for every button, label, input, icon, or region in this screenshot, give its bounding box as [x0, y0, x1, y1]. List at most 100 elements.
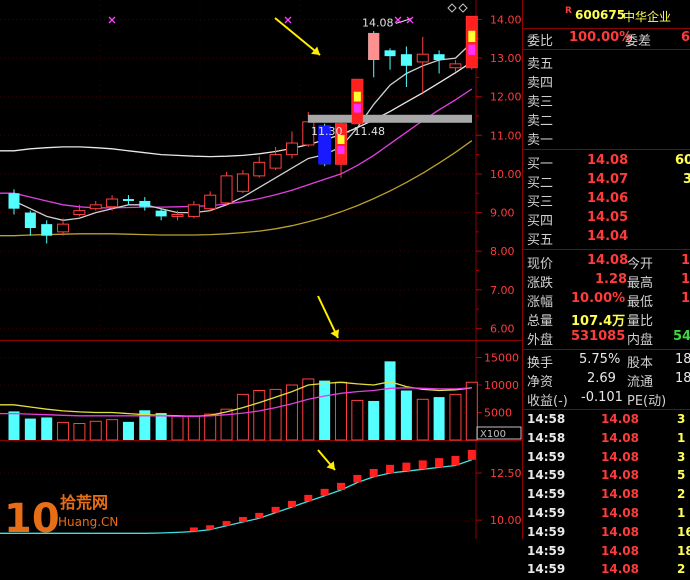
volume-bar[interactable]	[171, 415, 184, 441]
buy-row: 买一 14.08 60	[523, 152, 690, 172]
volume-bar[interactable]	[41, 417, 53, 440]
candle-body[interactable]	[433, 54, 445, 60]
candle-body[interactable]	[187, 204, 200, 217]
candle-body[interactable]	[220, 175, 233, 204]
volume-bar[interactable]	[187, 415, 200, 441]
tick-volume: 3	[677, 412, 686, 426]
diamond-icon[interactable]	[458, 3, 468, 13]
tick-row: 14:59 14.08 2	[523, 486, 690, 505]
tick-price: 14.08	[601, 562, 639, 577]
volume-axis-label: 10000	[484, 379, 519, 392]
candle-body[interactable]	[204, 194, 217, 210]
candle-body[interactable]	[139, 200, 151, 207]
tick-volume: 18	[677, 543, 690, 558]
kline-chart-area[interactable]: 14.00 13.00 12.00 11.00 10.00 9.00 8.00 7.00 6.0…	[0, 0, 522, 539]
volume-bar[interactable]	[155, 413, 167, 440]
volume-bar[interactable]	[57, 421, 70, 441]
kline-svg[interactable]: 14.00 13.00 12.00 11.00 10.00 9.00 8.00 7.00 6.0…	[0, 0, 522, 539]
stats-row: 现价 14.08 今开 1	[523, 252, 690, 272]
volume-bar[interactable]	[449, 393, 462, 441]
buy-label: 买二	[527, 176, 554, 191]
indicator-bar	[189, 527, 198, 532]
volume-bar[interactable]	[73, 423, 86, 441]
quote-header: R 600675 中华企业	[523, 0, 690, 29]
candle-body[interactable]	[400, 54, 412, 66]
volume-bar[interactable]	[351, 399, 364, 441]
indicator-bar	[451, 455, 460, 466]
candle-body[interactable]	[384, 50, 396, 57]
fund-label: 换手	[527, 356, 554, 371]
buy-price: 14.05	[587, 210, 629, 225]
indicator-bar	[353, 474, 362, 483]
indicator-bar	[337, 482, 345, 490]
candle-body[interactable]	[449, 63, 462, 69]
volume-bar[interactable]	[24, 418, 36, 440]
annotation-arrow	[274, 17, 321, 56]
sell-row: 卖二	[523, 109, 690, 129]
candle-body[interactable]	[57, 223, 70, 233]
candle-body[interactable]	[171, 213, 184, 217]
volume-bar[interactable]	[253, 390, 266, 441]
volume-bar[interactable]	[122, 421, 134, 440]
diamond-icon[interactable]	[447, 3, 457, 13]
tick-time: 14:59	[527, 487, 566, 502]
volume-bar[interactable]	[106, 419, 119, 441]
volume-bar[interactable]	[302, 378, 315, 441]
sell-row: 卖五	[523, 52, 690, 72]
volume-bar[interactable]	[465, 381, 478, 441]
tick-time: 14:59	[527, 543, 566, 558]
ma-line-white	[0, 61, 473, 158]
tick-price: 14.08	[601, 412, 639, 426]
volume-bar[interactable]	[400, 390, 412, 441]
buy-label: 买一	[527, 157, 554, 172]
stat-value: 531085	[571, 329, 626, 344]
candle-body[interactable]	[155, 210, 167, 217]
candle-body[interactable]	[24, 212, 36, 228]
fund-value: 5.75%	[579, 352, 621, 367]
price-axis-label: 11.00	[490, 129, 522, 142]
candle-body[interactable]	[122, 199, 134, 201]
volume-bar[interactable]	[8, 411, 20, 440]
candle-body[interactable]	[89, 204, 102, 210]
annotation-arrow	[317, 295, 340, 339]
tick-price: 14.08	[601, 505, 639, 520]
candle-body[interactable]	[416, 53, 429, 63]
stat-label: 外盘	[527, 333, 554, 348]
volume-bar[interactable]	[335, 381, 347, 441]
volume-bar[interactable]	[368, 400, 380, 440]
stat-label: 今开	[627, 257, 654, 272]
buy-book: 买一 14.08 60 买二 14.07 3 买三 14.06 买四 14.05…	[523, 150, 690, 250]
fund-value: 18	[675, 371, 690, 386]
tick-time: 14:59	[527, 449, 566, 464]
volume-bar[interactable]	[319, 380, 331, 440]
candle-body[interactable]	[8, 193, 20, 209]
stock-code[interactable]: 600675	[575, 8, 625, 22]
candle-body[interactable]	[253, 161, 266, 177]
sell-row: 卖三	[523, 90, 690, 110]
tick-volume: 16	[677, 524, 690, 539]
weicha-value: 6	[681, 30, 690, 45]
volume-bar[interactable]	[236, 393, 249, 441]
tick-row: 14:58 14.08 3	[523, 411, 690, 430]
sell-book: 卖五 卖四 卖三 卖二 卖一	[523, 50, 690, 150]
volume-bar[interactable]	[384, 361, 396, 440]
tick-list[interactable]: 14:58 14.08 3 14:58 14.08 1 14:59 14.08 3 14:59 14…	[523, 410, 690, 580]
candle-body[interactable]	[73, 210, 86, 215]
sell-row: 卖一	[523, 128, 690, 148]
stock-name[interactable]: 中华企业	[623, 8, 671, 25]
indicator-bar	[467, 449, 476, 460]
candle-body[interactable]	[106, 198, 119, 208]
candle-body[interactable]	[236, 173, 249, 192]
ma-line-olive	[0, 140, 473, 237]
price-axis-label: 9.00	[490, 207, 515, 220]
candle-body[interactable]	[285, 142, 298, 156]
volume-bar[interactable]	[416, 398, 429, 441]
volume-bar[interactable]	[89, 420, 102, 441]
volume-bar[interactable]	[433, 397, 445, 440]
candle-body[interactable]	[41, 224, 53, 236]
volume-bar[interactable]	[204, 413, 217, 441]
candle-body[interactable]	[269, 154, 282, 169]
indicator-bar	[418, 460, 427, 470]
sell-label: 卖二	[527, 114, 554, 129]
indicator-bar	[386, 464, 395, 474]
